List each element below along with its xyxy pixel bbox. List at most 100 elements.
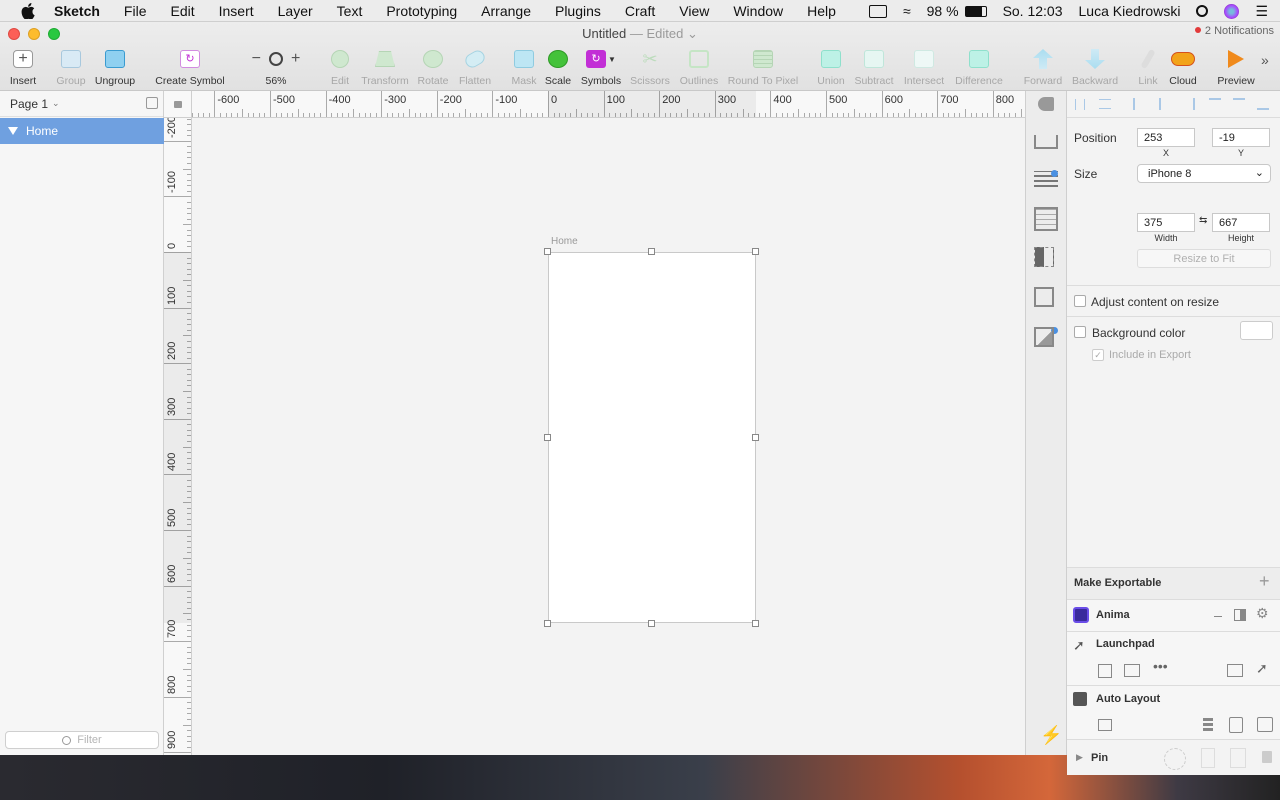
menu-craft[interactable]: Craft (625, 3, 655, 19)
device-preset-select[interactable]: iPhone 8 ⌄ (1137, 164, 1271, 183)
position-x-field[interactable]: 253 (1137, 128, 1195, 147)
difference-button[interactable]: Difference (952, 48, 1006, 88)
more-icon[interactable]: ••• (1153, 658, 1168, 674)
align-top-icon[interactable] (1209, 98, 1221, 110)
height-field[interactable]: 667 (1212, 213, 1270, 232)
page-selector[interactable]: Page 1 ⌄ (0, 91, 163, 117)
stack-icon[interactable] (1098, 719, 1112, 731)
edit-button[interactable]: Edit (326, 48, 354, 88)
notifications-badge[interactable]: 2 Notifications (1194, 25, 1274, 37)
lock-icon[interactable] (174, 101, 182, 108)
horizontal-ruler[interactable]: -600 -500 -400 -300 -200 -100 0 100 200 300 400 500… (192, 91, 1025, 118)
menu-app-sketch[interactable]: Sketch (54, 3, 100, 19)
cloud-button[interactable]: Cloud (1166, 48, 1200, 88)
canvas[interactable]: Home (192, 118, 1025, 755)
preview-button[interactable]: Preview (1214, 48, 1258, 88)
subtract-button[interactable]: Subtract (851, 48, 897, 88)
airplay-icon[interactable] (868, 4, 887, 18)
layer-filter-input[interactable]: Filter (5, 731, 159, 749)
include-in-export-checkbox[interactable]: ✓ (1092, 349, 1104, 361)
menu-help[interactable]: Help (807, 3, 836, 19)
adjust-content-checkbox[interactable] (1074, 295, 1086, 307)
export-icon[interactable] (1034, 135, 1058, 149)
browser-icon[interactable] (1227, 664, 1243, 677)
zoom-out-icon[interactable]: − (252, 50, 261, 68)
page-filter-icon[interactable] (146, 97, 158, 109)
rotate-button[interactable]: Rotate (416, 48, 450, 88)
outlines-button[interactable]: Outlines (678, 48, 720, 88)
align-right-icon[interactable] (1183, 98, 1195, 110)
distribute-vertical-icon[interactable] (1099, 99, 1111, 109)
align-bottom-icon[interactable] (1257, 98, 1269, 110)
width-field[interactable]: 375 (1137, 213, 1195, 232)
artboard-label[interactable]: Home (551, 236, 578, 247)
lightning-icon[interactable]: ⚡ (1040, 725, 1062, 746)
resize-handle-left[interactable] (544, 434, 551, 441)
position-y-field[interactable]: -19 (1212, 128, 1270, 147)
wifi-icon[interactable]: ≈ (903, 3, 911, 19)
distribute-horizontal-icon[interactable] (1075, 99, 1085, 110)
document-title[interactable]: Untitled — Edited ⌄ (0, 26, 1280, 42)
clock[interactable]: So. 12:03 (1003, 3, 1063, 19)
panels-icon[interactable] (1124, 664, 1140, 677)
create-symbol-button[interactable]: ↻ Create Symbol (153, 48, 227, 88)
link-button[interactable]: Link (1134, 48, 1162, 88)
resize-handle-bottom-right[interactable] (752, 620, 759, 627)
mask-button[interactable]: Mask (509, 48, 539, 88)
pen-edit-icon[interactable] (1034, 287, 1054, 307)
menu-edit[interactable]: Edit (170, 3, 194, 19)
menu-layer[interactable]: Layer (278, 3, 313, 19)
menu-arrange[interactable]: Arrange (481, 3, 531, 19)
menu-insert[interactable]: Insert (219, 3, 254, 19)
scissors-button[interactable]: ✂ Scissors (628, 48, 672, 88)
transform-button[interactable]: Transform (358, 48, 412, 88)
minimize-icon[interactable] (1214, 616, 1222, 617)
notification-center-icon[interactable]: ☰ (1255, 3, 1268, 20)
menu-prototyping[interactable]: Prototyping (386, 3, 457, 19)
align-left-icon[interactable] (1133, 98, 1145, 110)
battery-icon[interactable] (964, 5, 987, 17)
responsive-icon[interactable] (1257, 717, 1273, 732)
apple-icon[interactable] (21, 2, 35, 19)
spotlight-icon[interactable] (1196, 5, 1209, 17)
align-center-icon[interactable] (1159, 98, 1171, 110)
components-icon[interactable] (1034, 247, 1054, 267)
sidebar-toggle-icon[interactable] (1234, 609, 1246, 621)
resize-handle-top-right[interactable] (752, 248, 759, 255)
zoom-in-icon[interactable]: + (291, 50, 300, 68)
layout-icon[interactable] (1098, 664, 1112, 678)
forward-button[interactable]: Forward (1021, 48, 1065, 88)
artboard-home[interactable] (548, 252, 756, 623)
menu-view[interactable]: View (679, 3, 709, 19)
flatten-button[interactable]: Flatten (456, 47, 494, 88)
device-icon[interactable] (1229, 717, 1243, 733)
launch-rocket-icon[interactable]: ➚ (1256, 660, 1268, 677)
background-color-checkbox[interactable] (1074, 326, 1086, 338)
resize-handle-bottom-left[interactable] (544, 620, 551, 627)
insert-button[interactable]: + Insert (6, 48, 40, 88)
intersect-button[interactable]: Intersect (901, 48, 947, 88)
craft-panel-icon[interactable] (1038, 97, 1054, 111)
disclosure-triangle-icon[interactable] (8, 127, 18, 135)
gear-icon[interactable]: ⚙ (1256, 605, 1269, 622)
resize-to-fit-button[interactable]: Resize to Fit (1137, 249, 1271, 268)
disclosure-triangle-icon[interactable]: ▶ (1076, 752, 1083, 763)
menu-plugins[interactable]: Plugins (555, 3, 601, 19)
menu-window[interactable]: Window (733, 3, 783, 19)
pin-horizontal-icon[interactable] (1230, 748, 1246, 768)
resize-handle-top[interactable] (648, 248, 655, 255)
layer-item-home[interactable]: Home (0, 118, 164, 144)
background-color-swatch[interactable] (1240, 321, 1273, 340)
group-button[interactable]: Group (54, 48, 88, 88)
pin-anchors-icon[interactable] (1164, 748, 1186, 770)
union-button[interactable]: Union (814, 48, 848, 88)
resize-handle-bottom[interactable] (648, 620, 655, 627)
symbols-button[interactable]: ↻ ▼ Symbols (578, 48, 624, 88)
user-name[interactable]: Luca Kiedrowski (1079, 3, 1181, 19)
pin-vertical-icon[interactable] (1201, 748, 1215, 768)
resize-handle-right[interactable] (752, 434, 759, 441)
constrain-proportions-icon[interactable]: ⇆ (1199, 215, 1207, 226)
menu-text[interactable]: Text (337, 3, 363, 19)
menu-file[interactable]: File (124, 3, 147, 19)
document-list-icon[interactable] (1034, 207, 1058, 231)
